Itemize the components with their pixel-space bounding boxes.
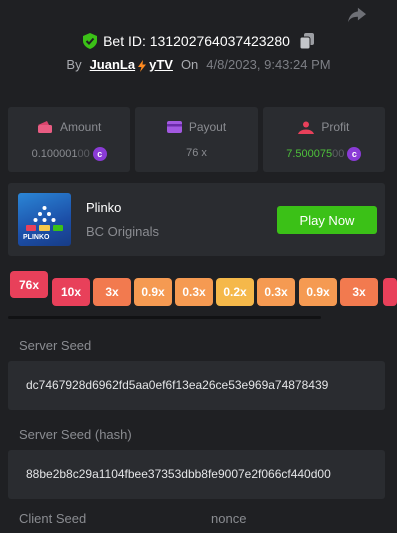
- plinko-thumbnail[interactable]: PLINKO: [18, 193, 71, 246]
- copy-icon[interactable]: [299, 33, 314, 49]
- nonce-label: nonce: [211, 511, 247, 526]
- profit-card: Profit 7.50007500 c: [262, 107, 385, 172]
- server-seed-field[interactable]: dc7467928d6962fd5aa0ef6f13ea26ce53e969a7…: [8, 361, 385, 410]
- card-icon: [166, 121, 182, 133]
- multiplier-chip: 3x: [93, 278, 131, 306]
- multiplier-chip: 10x: [52, 278, 90, 306]
- game-title: Plinko: [86, 200, 122, 215]
- server-seed-hash-label: Server Seed (hash): [19, 427, 132, 442]
- multiplier-chip: 0.3x: [175, 278, 213, 306]
- shield-check-icon: [83, 33, 98, 49]
- multiplier-chip-partial: [383, 278, 397, 306]
- on-label: On: [180, 57, 199, 72]
- bet-date: 4/8/2023, 9:43:24 PM: [206, 57, 331, 72]
- share-icon[interactable]: [346, 6, 368, 24]
- lightning-icon: [138, 59, 147, 72]
- amount-card: Amount 0.10000100 c: [8, 107, 131, 172]
- author-row: By JuanLa yTV On 4/8/2023, 9:43:24 PM: [0, 57, 397, 72]
- bet-id: Bet ID: 131202764037423280: [103, 33, 290, 49]
- multiplier-chip: 0.9x: [299, 278, 337, 306]
- coin-icon: c: [347, 147, 362, 161]
- server-seed-value: dc7467928d6962fd5aa0ef6f13ea26ce53e969a7…: [26, 378, 329, 392]
- multiplier-chip: 0.9x: [134, 278, 172, 306]
- multiplier-chip: 76x: [10, 271, 48, 298]
- server-seed-label: Server Seed: [19, 338, 92, 353]
- profit-value: 7.500075: [286, 148, 333, 160]
- coin-icon: c: [92, 147, 107, 161]
- amount-value-trailing: 00: [77, 148, 90, 160]
- multiplier-chip: 0.3x: [257, 278, 295, 306]
- play-now-button[interactable]: Play Now: [277, 206, 377, 234]
- multiplier-strip: 76x 10x 3x 0.9x 0.3x 0.2x 0.3x 0.9x 3x: [0, 269, 397, 309]
- amount-value: 0.100001: [31, 148, 78, 160]
- username-link[interactable]: JuanLa yTV: [90, 57, 173, 72]
- server-seed-hash-value: 88be2b8c29a1104fbee37353dbb8fe9007e2f066…: [26, 467, 331, 481]
- profit-label: Profit: [321, 120, 350, 134]
- amount-label: Amount: [59, 120, 102, 134]
- payout-value: 76 x: [186, 147, 207, 159]
- game-provider: BC Originals: [86, 224, 159, 239]
- server-seed-hash-field[interactable]: 88be2b8c29a1104fbee37353dbb8fe9007e2f066…: [8, 450, 385, 499]
- multiplier-chip: 0.2x: [216, 278, 254, 306]
- by-label: By: [66, 57, 82, 72]
- profit-icon: [298, 121, 315, 134]
- game-card: PLINKO Plinko BC Originals Play Now: [8, 183, 385, 256]
- payout-card: Payout 76 x: [135, 107, 258, 172]
- plinko-pyramid-icon: [26, 206, 63, 231]
- multiplier-chip: 3x: [340, 278, 378, 306]
- bet-id-row: Bet ID: 131202764037423280: [0, 33, 397, 49]
- client-seed-label: Client Seed: [19, 511, 87, 526]
- multiplier-scrollbar[interactable]: [8, 316, 321, 319]
- thumbnail-title: PLINKO: [23, 234, 50, 241]
- wallet-icon: [37, 121, 52, 133]
- stats-row: Amount 0.10000100 c Payout 76 x Profit 7…: [8, 107, 385, 172]
- profit-value-trailing: 00: [332, 148, 345, 160]
- payout-label: Payout: [188, 120, 227, 134]
